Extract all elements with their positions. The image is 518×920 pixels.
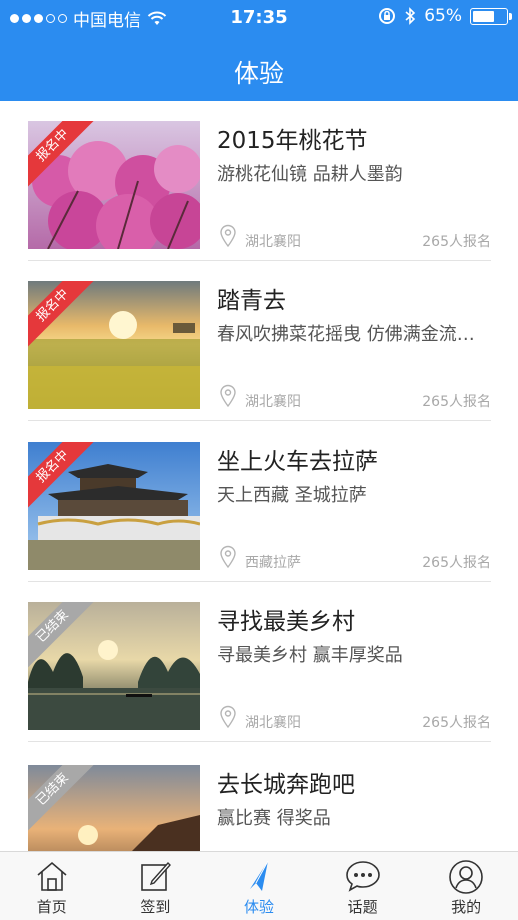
- tab-label: 体验: [243, 898, 274, 916]
- activity-card[interactable]: 报名中 2015年桃花节 游桃花仙镜 品耕人墨韵 湖北襄阳 265人报名: [28, 101, 491, 261]
- activity-title: 寻找最美乡村: [217, 609, 355, 635]
- divider: [28, 420, 491, 421]
- location-pin-icon: [220, 224, 236, 248]
- activity-card[interactable]: 已结束 寻找最美乡村 寻最美乡村 赢丰厚奖品 湖北襄阳 265人报名: [28, 582, 491, 742]
- activity-location: 西藏拉萨: [245, 555, 301, 571]
- signup-count: 265人报名: [422, 715, 491, 731]
- tab-label: 首页: [36, 898, 67, 916]
- activity-location: 湖北襄阳: [245, 394, 301, 410]
- battery-icon: [470, 7, 512, 25]
- tab-bar: 首页 签到 体验 话题 我的: [0, 851, 518, 920]
- rotation-lock-icon: [379, 8, 396, 24]
- activity-subtitle: 寻最美乡村 赢丰厚奖品: [217, 645, 403, 666]
- activity-subtitle: 天上西藏 圣城拉萨: [217, 485, 367, 506]
- tab-checkin[interactable]: 签到: [104, 852, 208, 920]
- bluetooth-icon: [405, 7, 416, 25]
- tab-home[interactable]: 首页: [0, 852, 104, 920]
- divider: [28, 741, 491, 742]
- battery-percent: 65%: [424, 6, 462, 26]
- signup-count: 265人报名: [422, 394, 491, 410]
- activity-list[interactable]: 报名中 2015年桃花节 游桃花仙镜 品耕人墨韵 湖北襄阳 265人报名 报名中…: [0, 101, 518, 851]
- activity-thumbnail: 报名中: [28, 121, 200, 249]
- tab-label: 我的: [451, 898, 482, 916]
- activity-subtitle: 游桃花仙镜 品耕人墨韵: [217, 164, 403, 185]
- signup-count: 265人报名: [422, 555, 491, 571]
- location-pin-icon: [220, 545, 236, 569]
- activity-title: 踏青去: [217, 288, 286, 314]
- tab-experience[interactable]: 体验: [207, 852, 311, 920]
- status-right: 65%: [378, 6, 512, 26]
- activity-title: 2015年桃花节: [217, 128, 368, 154]
- location-pin-icon: [220, 384, 236, 408]
- battery-level: [473, 10, 494, 22]
- activity-title: 坐上火车去拉萨: [217, 449, 378, 475]
- status-bar: 中国电信 17:35 65%: [0, 0, 518, 36]
- chat-bubble-icon: [345, 861, 380, 892]
- signup-count: 265人报名: [422, 234, 491, 250]
- user-icon: [449, 860, 483, 894]
- activity-title: 去长城奔跑吧: [217, 772, 355, 798]
- activity-subtitle: 赢比赛 得奖品: [217, 808, 331, 829]
- activity-thumbnail: 已结束: [28, 602, 200, 730]
- activity-thumbnail: 报名中: [28, 281, 200, 409]
- activity-thumbnail: 已结束: [28, 765, 200, 851]
- header: 中国电信 17:35 65% 体验: [0, 0, 518, 101]
- location-pin-icon: [220, 705, 236, 729]
- tab-label: 签到: [140, 898, 171, 916]
- activity-location: 湖北襄阳: [245, 715, 301, 731]
- activity-subtitle: 春风吹拂菜花摇曳 仿佛满金流…: [217, 324, 475, 345]
- tab-topics[interactable]: 话题: [311, 852, 415, 920]
- activity-card[interactable]: 已结束 去长城奔跑吧 赢比赛 得奖品: [28, 745, 491, 851]
- tab-label: 话题: [347, 898, 378, 916]
- activity-location: 湖北襄阳: [245, 234, 301, 250]
- checkin-icon: [141, 861, 172, 891]
- tab-profile[interactable]: 我的: [414, 852, 518, 920]
- activity-card[interactable]: 报名中 踏青去 春风吹拂菜花摇曳 仿佛满金流… 湖北襄阳 265人报名: [28, 261, 491, 421]
- home-icon: [37, 861, 67, 891]
- activity-thumbnail: 报名中: [28, 442, 200, 570]
- page-title: 体验: [233, 59, 284, 88]
- activity-card[interactable]: 报名中 坐上火车去拉萨 天上西藏 圣城拉萨 西藏拉萨 265人报名: [28, 422, 491, 582]
- paper-plane-icon: [249, 860, 269, 891]
